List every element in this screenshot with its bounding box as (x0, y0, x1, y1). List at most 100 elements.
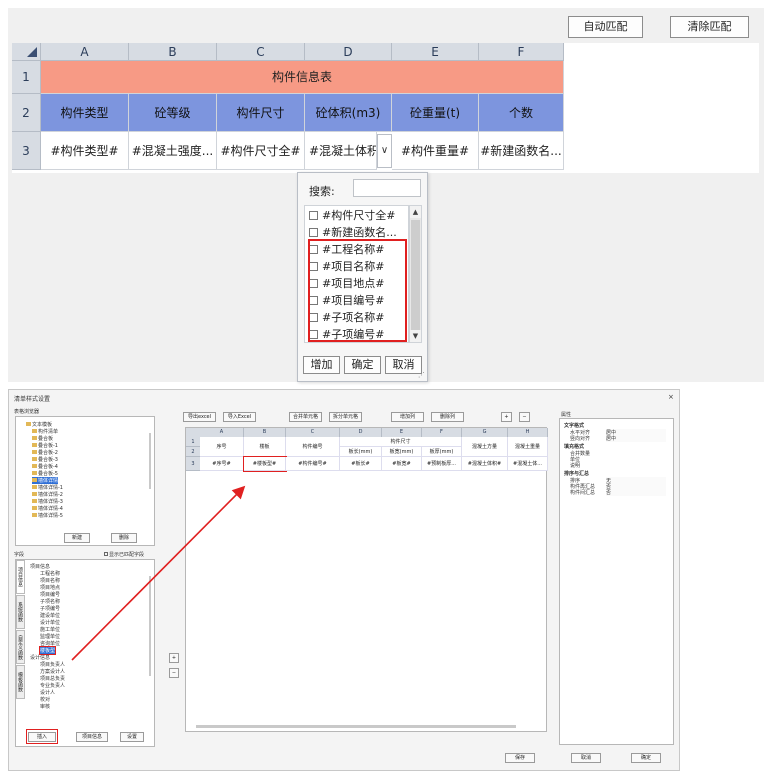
scroll-thumb[interactable] (411, 220, 420, 330)
data-cell-c3[interactable]: #构件尺寸全# (217, 132, 305, 170)
field-group[interactable]: 设计信息 (30, 654, 50, 661)
tree-item[interactable]: 墙体详情 (32, 477, 59, 484)
mini-col-header[interactable]: H (508, 428, 548, 437)
merge-cells-button[interactable]: 合并单元格 (289, 412, 322, 422)
split-cells-button[interactable]: 拆分单元格 (329, 412, 362, 422)
col-header-c[interactable]: C (217, 43, 305, 61)
mini-data-cell[interactable]: #混凝土体积# (462, 457, 508, 471)
settings-button[interactable]: 设置 (120, 732, 144, 742)
tree-item[interactable]: 构件清单 (32, 428, 58, 435)
field-item[interactable]: 监理单位 (40, 633, 60, 640)
add-column-button[interactable]: 增加列 (391, 412, 424, 422)
prop-group[interactable]: 排序与汇总 (564, 470, 589, 477)
search-input[interactable] (353, 179, 421, 197)
mini-subheader-cell[interactable]: 板长(mm) (340, 447, 382, 457)
mini-data-cell[interactable]: #构件编号# (286, 457, 340, 471)
mid-remove-button[interactable]: − (169, 668, 179, 678)
save-button[interactable]: 保存 (505, 753, 535, 763)
select-all-corner[interactable] (12, 43, 41, 61)
tree-item[interactable]: 叠合板-3 (32, 456, 58, 463)
mid-add-button[interactable]: + (169, 653, 179, 663)
ok-button[interactable]: 确定 (344, 356, 381, 374)
side-tab[interactable]: 模板函数 (16, 665, 25, 699)
header-cell-a2[interactable]: 构件类型 (41, 94, 129, 132)
tree-item[interactable]: 墙体详情-3 (32, 498, 63, 505)
dialog-ok-button[interactable]: 确定 (631, 753, 661, 763)
delete-column-button[interactable]: 删除列 (431, 412, 464, 422)
add-button[interactable]: 增加 (303, 356, 340, 374)
mini-corner[interactable] (186, 428, 200, 437)
mini-subheader-cell[interactable]: 板宽(mm) (382, 447, 422, 457)
scroll-up-icon[interactable]: ▲ (410, 206, 421, 218)
field-item[interactable]: 工程名称 (40, 570, 60, 577)
col-header-f[interactable]: F (479, 43, 564, 61)
tree-item[interactable]: 叠合板-5 (32, 470, 58, 477)
mini-h-scrollbar[interactable] (196, 725, 516, 728)
field-item[interactable]: 楼板型 (38, 646, 57, 655)
mini-subheader-cell[interactable]: 板厚(mm) (422, 447, 462, 457)
field-item[interactable]: 设计单位 (40, 619, 60, 626)
field-item[interactable]: 咨询单位 (40, 640, 60, 647)
mini-col-header[interactable]: E (382, 428, 422, 437)
mini-row-header[interactable]: 2 (186, 447, 200, 457)
mini-col-header[interactable]: G (462, 428, 508, 437)
mini-col-header[interactable]: D (340, 428, 382, 437)
tree-item[interactable]: 叠合板 (32, 435, 53, 442)
field-item[interactable]: 校对 (40, 696, 50, 703)
col-header-e[interactable]: E (392, 43, 479, 61)
row-header-2[interactable]: 2 (12, 94, 41, 132)
col-header-a[interactable]: A (41, 43, 129, 61)
resize-grip-icon[interactable]: ⋰ (418, 371, 425, 379)
prop-value[interactable]: 否 (606, 489, 666, 496)
delete-template-button[interactable]: 删除 (111, 533, 137, 543)
field-item[interactable]: 专业负责人 (40, 682, 65, 689)
list-item[interactable]: #构件尺寸全# (309, 208, 395, 224)
checkbox[interactable] (309, 211, 318, 220)
mini-header-cell[interactable]: 混凝土重量 (508, 437, 548, 457)
tree-item[interactable]: 叠合板-2 (32, 449, 58, 456)
project-info-button[interactable]: 项目信息 (76, 732, 108, 742)
col-header-b[interactable]: B (129, 43, 217, 61)
mini-header-cell[interactable]: 楼板 (244, 437, 286, 457)
title-cell[interactable]: 构件信息表 (41, 61, 564, 94)
cell-dropdown-button[interactable]: ∨ (377, 134, 392, 168)
header-cell-d2[interactable]: 砼体积(m3) (305, 94, 392, 132)
cancel-button[interactable]: 取消 (385, 356, 422, 374)
mini-data-cell[interactable]: #序号# (200, 457, 244, 471)
show-matched-check[interactable]: 显示已匹配字段 (104, 551, 144, 558)
export-excel-button[interactable]: 导出excel (183, 412, 216, 422)
header-cell-c2[interactable]: 构件尺寸 (217, 94, 305, 132)
mini-col-header[interactable]: C (286, 428, 340, 437)
data-cell-f3[interactable]: #新建函数名... (479, 132, 564, 170)
header-cell-b2[interactable]: 砼等级 (129, 94, 217, 132)
field-item[interactable]: 设计人 (40, 689, 55, 696)
row-header-1[interactable]: 1 (12, 61, 41, 94)
mini-row-header[interactable]: 1 (186, 437, 200, 447)
close-icon[interactable]: × (668, 393, 674, 401)
tree-item[interactable]: 墙体详情-2 (32, 491, 63, 498)
mini-col-header[interactable]: A (200, 428, 244, 437)
header-cell-e2[interactable]: 砼重量(t) (392, 94, 479, 132)
row-header-3[interactable]: 3 (12, 132, 41, 170)
tree-item[interactable]: 叠合板-4 (32, 463, 58, 470)
field-item[interactable]: 项目总负责 (40, 675, 65, 682)
checkbox[interactable] (309, 228, 318, 237)
data-cell-a3[interactable]: #构件类型# (41, 132, 129, 170)
mini-header-cell[interactable]: 混凝土方量 (462, 437, 508, 457)
mini-data-cell[interactable]: #楼板型# (243, 456, 287, 472)
tree-scrollbar[interactable] (149, 433, 151, 489)
mini-data-cell[interactable]: #板长# (340, 457, 382, 471)
mini-data-cell[interactable]: #预制板厚... (422, 457, 462, 471)
col-header-d[interactable]: D (305, 43, 392, 61)
field-item[interactable]: 项目负责人 (40, 661, 65, 668)
field-item[interactable]: 审核 (40, 703, 50, 710)
mini-row-header[interactable]: 3 (186, 457, 200, 471)
auto-match-button[interactable]: 自动匹配 (568, 16, 643, 38)
tree-item[interactable]: 墙体详情-1 (32, 484, 63, 491)
mini-data-cell[interactable]: #混凝土体... (508, 457, 548, 471)
zoom-in-button[interactable]: + (501, 412, 512, 422)
data-cell-d3[interactable]: #混凝土体积 (305, 132, 377, 170)
field-item[interactable]: 项目名称 (40, 577, 60, 584)
field-item[interactable]: 施工单位 (40, 626, 60, 633)
field-item[interactable]: 项目编号 (40, 591, 60, 598)
